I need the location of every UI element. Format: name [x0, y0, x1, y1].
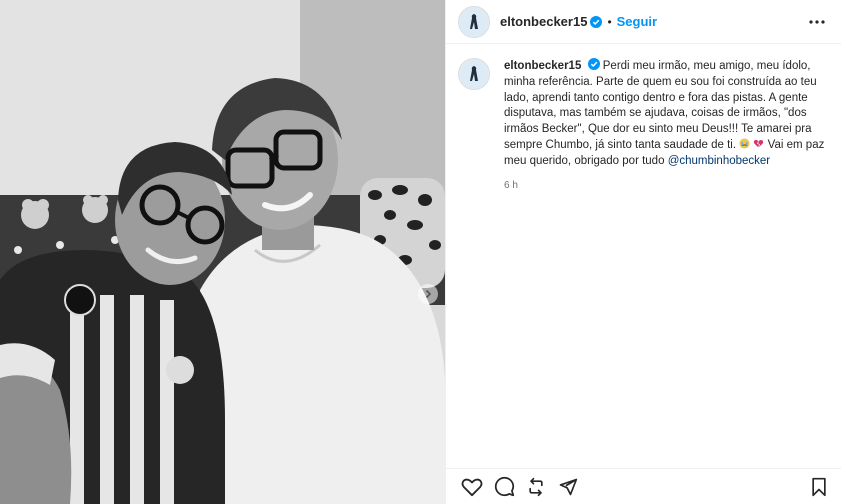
heart-icon [461, 478, 483, 496]
post-caption: eltonbecker15 Perdi meu irmão, meu amigo… [446, 44, 841, 193]
next-photo-button[interactable] [418, 284, 438, 304]
caption-body: eltonbecker15 Perdi meu irmão, meu amigo… [504, 58, 829, 193]
like-button[interactable] [460, 475, 484, 499]
username-link[interactable]: eltonbecker15 [500, 14, 587, 29]
bookmark-icon [812, 477, 826, 496]
verified-badge-icon [587, 58, 600, 70]
more-horizontal-icon [809, 19, 825, 24]
post-header: eltonbecker15 • Seguir [446, 0, 841, 44]
caption-username[interactable]: eltonbecker15 [504, 60, 581, 72]
avatar[interactable] [458, 5, 490, 38]
caption-avatar-image [459, 59, 489, 89]
share-button[interactable] [556, 475, 580, 499]
verified-badge-icon [590, 15, 603, 28]
profile-picture-icon [470, 66, 478, 81]
repost-icon [529, 477, 543, 496]
mention-link[interactable]: @chumbinhobecker [668, 155, 770, 167]
avatar-image [459, 6, 489, 37]
follow-button[interactable]: Seguir [617, 14, 657, 29]
chevron-right-icon [425, 289, 432, 299]
separator-dot: • [607, 14, 612, 29]
comment-button[interactable] [492, 475, 516, 499]
post-timestamp[interactable]: 6 h [504, 178, 829, 194]
caption-text: Perdi meu irmão, meu amigo, meu ídolo, m… [504, 60, 817, 151]
broken-heart-emoji-icon [754, 139, 764, 148]
post-side-panel: eltonbecker15 • Seguir eltonbecker15 Per… [445, 0, 841, 504]
instagram-post: eltonbecker15 • Seguir eltonbecker15 Per… [0, 0, 841, 504]
crying-face-emoji-icon [739, 138, 750, 149]
comment-icon [494, 476, 514, 497]
save-button[interactable] [807, 475, 831, 499]
post-photo[interactable] [0, 0, 445, 504]
caption-avatar[interactable] [458, 58, 490, 90]
post-actions-bar [446, 468, 841, 504]
profile-picture-icon [470, 13, 478, 29]
repost-button[interactable] [524, 475, 548, 499]
share-icon [559, 478, 578, 495]
photo-illustration [0, 0, 445, 504]
more-options-button[interactable] [805, 10, 829, 34]
